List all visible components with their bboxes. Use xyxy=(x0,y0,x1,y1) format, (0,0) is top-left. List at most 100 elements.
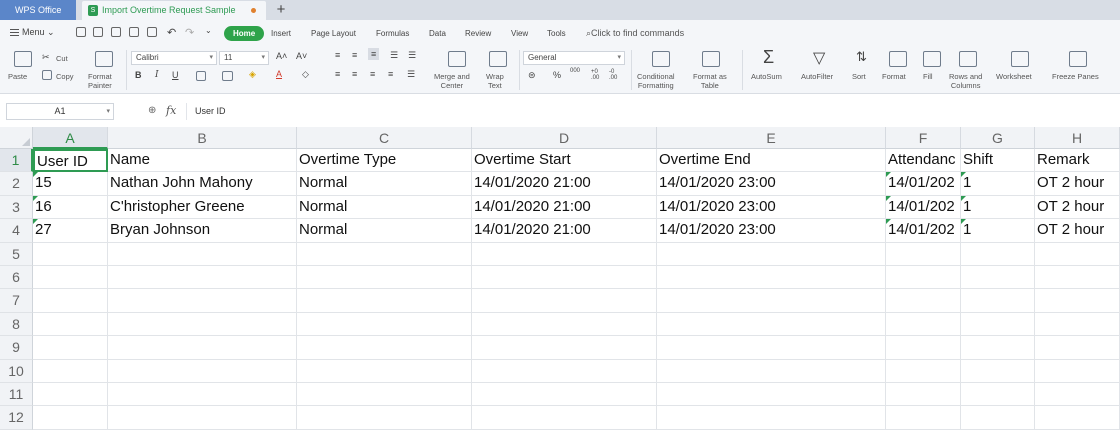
cell-d7[interactable] xyxy=(472,289,657,313)
format-as-table-icon[interactable] xyxy=(702,51,720,67)
row-header-10[interactable]: 10 xyxy=(0,359,33,383)
cell-a2[interactable]: 15 xyxy=(33,172,108,196)
tab-tools[interactable]: Tools xyxy=(547,29,566,38)
undo-icon[interactable]: ↶ xyxy=(167,26,176,39)
clear-format-icon[interactable]: ◇ xyxy=(302,69,309,80)
cell-f8[interactable] xyxy=(886,312,961,337)
align-left-icon[interactable]: ≡ xyxy=(335,69,340,79)
cell-e11[interactable] xyxy=(657,383,886,407)
column-header-e[interactable]: E xyxy=(657,127,886,149)
cell-a4[interactable]: 27 xyxy=(33,219,108,243)
worksheet-button[interactable]: Worksheet xyxy=(996,72,1032,81)
cell-e4[interactable]: 14/01/2020 23:00 xyxy=(657,219,886,243)
row-header-7[interactable]: 7 xyxy=(0,289,33,313)
align-center-icon[interactable]: ≡ xyxy=(352,69,357,79)
new-tab-button[interactable]: + xyxy=(274,0,288,20)
menu-button[interactable]: Menu ⌄ xyxy=(10,27,55,38)
column-header-d[interactable]: D xyxy=(472,127,657,149)
autosum-icon[interactable]: Σ xyxy=(763,47,774,68)
align-top-icon[interactable]: ≡ xyxy=(335,50,340,60)
cell-g6[interactable] xyxy=(961,266,1035,290)
cell-h7[interactable] xyxy=(1035,289,1120,313)
cell-c4[interactable]: Normal xyxy=(297,219,472,243)
print-preview-icon[interactable] xyxy=(147,27,157,37)
tab-data[interactable]: Data xyxy=(429,29,446,38)
open-folder-icon[interactable] xyxy=(76,27,86,37)
row-header-2[interactable]: 2 xyxy=(0,172,33,196)
column-header-g[interactable]: G xyxy=(961,127,1035,149)
row-header-3[interactable]: 3 xyxy=(0,195,33,220)
tab-insert[interactable]: Insert xyxy=(271,29,291,38)
cell-h12[interactable] xyxy=(1035,406,1120,430)
distributed-icon[interactable]: ☰ xyxy=(407,69,415,80)
cell-c7[interactable] xyxy=(297,289,472,313)
cell-f5[interactable] xyxy=(886,242,961,266)
zoom-icon[interactable]: ⊕ xyxy=(148,105,156,116)
format-painter-icon[interactable] xyxy=(95,51,113,67)
underline-button[interactable]: U xyxy=(172,70,179,80)
cell-h4[interactable]: OT 2 hour xyxy=(1035,219,1120,243)
fill-color-icon[interactable]: ◈ xyxy=(249,69,256,80)
cell-g2[interactable]: 1 xyxy=(961,172,1035,196)
outdent-icon[interactable]: ☰ xyxy=(408,50,416,61)
cell-g5[interactable] xyxy=(961,242,1035,266)
copy-icon[interactable] xyxy=(42,70,52,80)
cell-h6[interactable] xyxy=(1035,266,1120,290)
copy-button[interactable]: Copy xyxy=(56,72,74,81)
cell-g7[interactable] xyxy=(961,289,1035,313)
cell-c2[interactable]: Normal xyxy=(297,172,472,196)
cell-f6[interactable] xyxy=(886,266,961,290)
fill-icon[interactable] xyxy=(923,51,941,67)
cell-f4[interactable]: 14/01/202 xyxy=(886,219,961,243)
save-icon[interactable] xyxy=(93,27,103,37)
cell-b8[interactable] xyxy=(108,312,297,337)
align-bottom-icon[interactable]: ≡ xyxy=(368,48,380,60)
format-painter-button[interactable]: Format Painter xyxy=(88,72,112,90)
row-header-1[interactable]: 1 xyxy=(0,149,33,173)
cell-h11[interactable] xyxy=(1035,383,1120,407)
worksheet-icon[interactable] xyxy=(1011,51,1029,67)
cell-c11[interactable] xyxy=(297,383,472,407)
increase-decimal-icon[interactable]: +0.00 xyxy=(591,69,599,81)
select-all-corner[interactable] xyxy=(0,127,33,149)
cell-e12[interactable] xyxy=(657,406,886,430)
cell-b2[interactable]: Nathan John Mahony xyxy=(108,172,297,196)
column-header-a[interactable]: A xyxy=(33,127,108,149)
customize-toolbar-icon[interactable]: ⌄ xyxy=(205,26,212,35)
cell-f9[interactable] xyxy=(886,336,961,360)
cell-a9[interactable] xyxy=(33,336,108,360)
wps-office-tab[interactable]: WPS Office xyxy=(0,0,76,20)
cell-g8[interactable] xyxy=(961,312,1035,337)
freeze-panes-icon[interactable] xyxy=(1069,51,1087,67)
cell-d5[interactable] xyxy=(472,242,657,266)
cell-f1[interactable]: Attendanc xyxy=(886,149,961,173)
cell-h1[interactable]: Remark xyxy=(1035,149,1120,173)
decrease-font-icon[interactable]: A˅ xyxy=(296,51,307,61)
cell-e3[interactable]: 14/01/2020 23:00 xyxy=(657,195,886,220)
cell-f2[interactable]: 14/01/202 xyxy=(886,172,961,196)
cell-c1[interactable]: Overtime Type xyxy=(297,149,472,173)
align-right-icon[interactable]: ≡ xyxy=(370,69,375,79)
document-tab[interactable]: S Import Overtime Request Sample xyxy=(82,1,266,20)
cell-b10[interactable] xyxy=(108,359,297,383)
row-header-8[interactable]: 8 xyxy=(0,312,33,337)
conditional-formatting-icon[interactable] xyxy=(652,51,670,67)
row-header-12[interactable]: 12 xyxy=(0,406,33,430)
format-button[interactable]: Format xyxy=(882,72,906,81)
column-header-h[interactable]: H xyxy=(1035,127,1120,149)
formula-input[interactable]: User ID xyxy=(186,103,1116,120)
print-icon[interactable] xyxy=(129,27,139,37)
cell-g9[interactable] xyxy=(961,336,1035,360)
font-size-select[interactable]: 11 ▾ xyxy=(219,51,269,65)
find-commands-search[interactable]: ⌕Click to find commands xyxy=(586,28,684,39)
cell-g12[interactable] xyxy=(961,406,1035,430)
cell-b5[interactable] xyxy=(108,242,297,266)
cell-f12[interactable] xyxy=(886,406,961,430)
cell-c5[interactable] xyxy=(297,242,472,266)
merge-center-button[interactable]: Merge and Center xyxy=(434,72,470,90)
autofilter-icon[interactable]: ▽ xyxy=(813,48,825,68)
row-header-6[interactable]: 6 xyxy=(0,266,33,290)
cell-c9[interactable] xyxy=(297,336,472,360)
cell-g11[interactable] xyxy=(961,383,1035,407)
autofilter-button[interactable]: AutoFilter xyxy=(801,72,833,81)
